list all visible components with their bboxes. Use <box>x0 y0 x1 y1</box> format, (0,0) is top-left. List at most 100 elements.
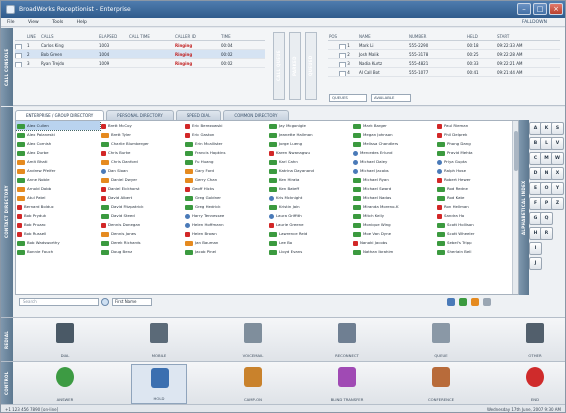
contact-entry[interactable]: Geoff Hicks <box>184 184 268 193</box>
contact-entry[interactable]: Fu Huang <box>184 157 268 166</box>
contact-entry[interactable]: Bob Russell <box>16 229 100 238</box>
contact-entry[interactable]: Derek Richards <box>100 238 184 247</box>
contact-entry[interactable]: David Fitzpatrick <box>100 202 184 211</box>
contact-entry[interactable]: Miranda Moreno-K <box>352 202 436 211</box>
contact-entry[interactable]: Phil Delprek <box>436 130 518 139</box>
conference-button[interactable]: CONFERENCE <box>413 364 469 404</box>
contact-entry[interactable]: Brett McCoy <box>100 121 184 130</box>
contact-entry[interactable]: Helen Hoffmann <box>184 220 268 229</box>
contact-entry[interactable]: Sandra Ho <box>436 211 518 220</box>
contact-entry[interactable]: Lee Bo <box>268 238 352 247</box>
availability-dropdown[interactable]: AVAILABLE <box>371 94 411 102</box>
contact-entry[interactable]: Paul Rieman <box>436 121 518 130</box>
hold-button[interactable]: HOLD <box>131 364 187 404</box>
contact-entry[interactable]: Dan Sloan <box>100 166 184 175</box>
contact-entry[interactable]: Bob Wadsworthy <box>16 238 100 247</box>
contact-entry[interactable]: Alex Durbe <box>16 148 100 157</box>
alpha-key-v[interactable]: V <box>551 137 564 150</box>
menu-help[interactable]: Help <box>77 20 87 25</box>
contact-entry[interactable]: Jorge Lueng <box>268 139 352 148</box>
contact-entry[interactable]: Dennis Donegan <box>100 220 184 229</box>
contact-entry[interactable]: Nathan Ibrahim <box>352 247 436 256</box>
search-field-dropdown[interactable]: First Name <box>112 298 152 306</box>
pickup-button[interactable] <box>339 61 346 67</box>
contact-entry[interactable]: Megan Johnson <box>352 130 436 139</box>
contact-entry[interactable]: Helen Brown <box>184 229 268 238</box>
contact-entry[interactable]: Alex Palaneski <box>16 130 100 139</box>
menu-file[interactable]: File <box>7 20 15 25</box>
contact-entry[interactable]: Michael Sward <box>352 184 436 193</box>
contact-entry[interactable]: Atul Patel <box>16 193 100 202</box>
contact-entry[interactable]: Chris Danford <box>100 157 184 166</box>
maximize-button[interactable]: □ <box>533 3 547 15</box>
contact-entry[interactable]: Laura Griffith <box>268 211 352 220</box>
contact-entry[interactable]: Nanoki Jacobs <box>352 238 436 247</box>
alpha-key-y[interactable]: Y <box>551 182 564 195</box>
contact-entry[interactable]: Bernard Bolduc <box>16 202 100 211</box>
contact-entry[interactable]: Chris Burke <box>100 148 184 157</box>
contact-entry[interactable]: Brett Tyler <box>100 130 184 139</box>
contact-entry[interactable]: Alex Cornish <box>16 139 100 148</box>
mobile-button[interactable]: MOBILE <box>131 320 187 360</box>
contact-entry[interactable]: Rod Redne <box>436 184 518 193</box>
voicemail-button[interactable]: VOICEMAIL <box>225 320 281 360</box>
end-button[interactable]: END <box>507 364 563 404</box>
contact-entry[interactable]: Jacob Pinel <box>184 247 268 256</box>
contact-details-icon[interactable] <box>447 298 455 306</box>
contact-entry[interactable]: Mark Barger <box>352 121 436 130</box>
contact-entry[interactable]: Francis Hopkins <box>184 148 268 157</box>
contact-entry[interactable]: Harry Tennessee <box>184 211 268 220</box>
call-queue-tab[interactable]: CALL QUEUE <box>273 32 285 100</box>
contact-entry[interactable]: Karen Nwanagwu <box>268 148 352 157</box>
alpha-key-s[interactable]: S <box>551 122 564 135</box>
delete-contact-icon[interactable] <box>483 298 491 306</box>
parked-tab[interactable]: PARKED <box>289 32 301 100</box>
parked-row[interactable]: 4 AI Call Bot 555-1077 00:41 09:21:44 AM <box>328 68 560 77</box>
contact-entry[interactable]: Gary Ford <box>184 166 268 175</box>
pickup-button[interactable] <box>339 52 346 58</box>
contact-entry[interactable]: David Albert <box>100 193 184 202</box>
contact-entry[interactable]: Rod Kate <box>436 193 518 202</box>
contact-entry[interactable]: Bob Pryduk <box>16 211 100 220</box>
contact-entry[interactable]: Eric Gaston <box>184 130 268 139</box>
blind-transfer-button[interactable]: BLIND TRANSFER <box>319 364 375 404</box>
contact-entry[interactable]: Laurie Greene <box>268 220 352 229</box>
contact-entry[interactable]: Mercedes Erlund <box>352 148 436 157</box>
contact-entry[interactable]: Michael Jacobs <box>352 166 436 175</box>
contact-entry[interactable]: Sebel's Tripp <box>436 238 518 247</box>
reconnect-button[interactable]: RECONNECT <box>319 320 375 360</box>
alpha-key-x[interactable]: X <box>551 167 564 180</box>
search-input[interactable]: Search <box>19 298 99 306</box>
contact-entry[interactable]: Scott Wheeler <box>436 229 518 238</box>
camp-on-button[interactable]: CAMP-ON <box>225 364 281 404</box>
contact-entry[interactable]: Kris Mcknight <box>268 193 352 202</box>
contact-entry[interactable]: Bob Pruzzo <box>16 220 100 229</box>
contact-entry[interactable]: Melissa Chandlers <box>352 139 436 148</box>
other-button[interactable]: OTHER <box>507 320 563 360</box>
contact-entry[interactable]: Daniel Eickhorst <box>100 184 184 193</box>
contact-entry[interactable]: Jay Mcgonigle <box>268 121 352 130</box>
tab-speed-dial[interactable]: SPEED DIAL <box>175 110 222 120</box>
parked-row[interactable]: 1 Mark Li 555-2290 00:18 09:22:33 AM <box>328 41 560 50</box>
call-checkbox[interactable] <box>15 61 22 67</box>
contact-entry[interactable]: Pravid Mehta <box>436 148 518 157</box>
queued-tab[interactable]: QUEUED <box>305 32 317 100</box>
parked-row[interactable]: 3 Nadia Kurtz 555-4821 00:33 09:22:21 AM <box>328 59 560 68</box>
contact-entry[interactable]: Ron Hellman <box>436 202 518 211</box>
tab-enterprise-directory[interactable]: ENTERPRISE / GROUP DIRECTORY <box>15 110 105 120</box>
contact-entry[interactable]: Gerry Chan <box>184 175 268 184</box>
contact-entry[interactable]: Monique Wing <box>352 220 436 229</box>
alpha-key-w[interactable]: W <box>551 152 564 165</box>
contact-entry[interactable]: Amit Bhati <box>16 157 100 166</box>
call-row[interactable]: 2 Bob Green 1004 Ringing 00:02 <box>15 50 265 59</box>
call-row[interactable]: 1 Carlos King 1003 Ringing 00:04 <box>15 41 265 50</box>
contact-entry[interactable]: Karl Cahn <box>268 157 352 166</box>
contact-entry[interactable]: Jan Bauman <box>184 238 268 247</box>
contact-entry[interactable]: Andrew Pfeifer <box>16 166 100 175</box>
contact-entry[interactable]: Katrina Dayanand <box>268 166 352 175</box>
contact-entry[interactable]: Greg Hedrick <box>184 202 268 211</box>
call-row[interactable]: 3 Ryan Trejdo 1009 Ringing 00:02 <box>15 59 265 68</box>
answer-button[interactable]: ANSWER <box>37 364 93 404</box>
call-checkbox[interactable] <box>15 52 22 58</box>
contact-entry[interactable]: Greg Goldner <box>184 193 268 202</box>
